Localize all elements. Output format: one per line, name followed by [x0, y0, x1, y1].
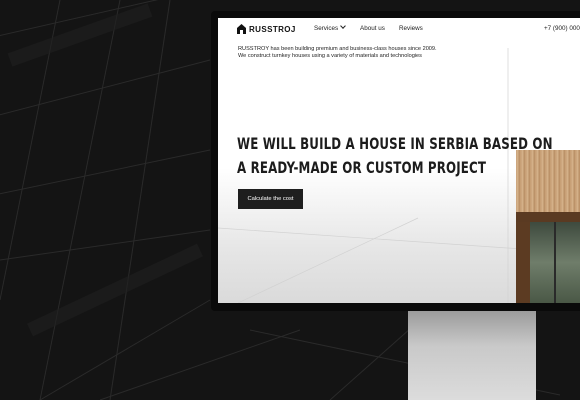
hero-headline-line-1: WE WILL BUILD A HOUSE IN SERBIA BASED ON [237, 134, 553, 153]
wood-facade [516, 150, 580, 215]
chevron-down-icon [340, 23, 346, 29]
house-photo [516, 150, 580, 303]
website-screen: RUSSTROJ Services About us Reviews +7 (9… [218, 18, 580, 303]
wall-panel [516, 222, 530, 303]
logo-text: RUSSTROJ [249, 24, 296, 34]
site-header: RUSSTROJ Services About us Reviews +7 (9… [218, 18, 580, 40]
logo[interactable]: RUSSTROJ [237, 23, 296, 35]
roof-beam [516, 212, 580, 222]
nav-services[interactable]: Services [314, 23, 346, 32]
hero-headline-line-2: A READY-MADE OR CUSTOM PROJECT [237, 158, 487, 177]
hero-headline: WE WILL BUILD A HOUSE IN SERBIA BASED ON… [237, 132, 553, 180]
nav-reviews[interactable]: Reviews [399, 25, 423, 32]
window-mullion [554, 222, 556, 303]
nav-about-us[interactable]: About us [360, 25, 385, 32]
house-icon [237, 24, 246, 34]
monitor-stand [408, 310, 536, 400]
nav-services-label: Services [314, 25, 339, 32]
phone-link[interactable]: +7 (900) 000 [544, 25, 580, 32]
intro-text: RUSSTROY has been building premium and b… [238, 46, 437, 60]
calculate-cost-button[interactable]: Calculate the cost [238, 189, 303, 209]
